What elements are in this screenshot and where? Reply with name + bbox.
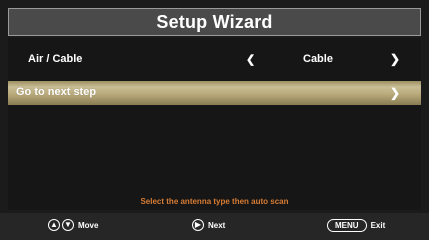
air-cable-value: Cable	[303, 53, 333, 65]
chevron-right-icon[interactable]: ❯	[390, 86, 400, 100]
air-cable-label: Air / Cable	[28, 53, 83, 65]
menu-key: MENU	[327, 219, 367, 232]
wizard-panel: Air / Cable ❮ Cable ❯ Go to next step ❯ …	[8, 38, 421, 210]
chevron-left-icon[interactable]: ❮	[246, 53, 255, 66]
move-label: Move	[78, 220, 99, 230]
page-title: Setup Wizard	[156, 11, 273, 32]
hint-text: Select the antenna type then auto scan	[140, 197, 289, 206]
tv-menu-frame: Setup Wizard Air / Cable ❮ Cable ❯ Go to…	[0, 0, 429, 240]
chevron-right-icon[interactable]: ❯	[390, 52, 400, 66]
next-step-row[interactable]: Go to next step ❯	[8, 81, 421, 105]
exit-hint: MENU Exit	[327, 219, 385, 232]
next-step-label: Go to next step	[16, 86, 97, 98]
title-bar: Setup Wizard	[8, 8, 421, 36]
footer-bar: ▲ ▼ Move ▶ Next MENU Exit	[0, 213, 429, 240]
up-arrow-icon: ▲	[48, 219, 60, 231]
move-hint: ▲ ▼ Move	[48, 219, 98, 231]
next-label: Next	[208, 220, 226, 230]
right-arrow-icon: ▶	[192, 219, 204, 231]
next-hint: ▶ Next	[192, 219, 225, 231]
air-cable-row[interactable]: Air / Cable ❮ Cable ❯	[8, 46, 421, 72]
down-arrow-icon: ▼	[62, 219, 74, 231]
exit-label: Exit	[370, 221, 386, 230]
